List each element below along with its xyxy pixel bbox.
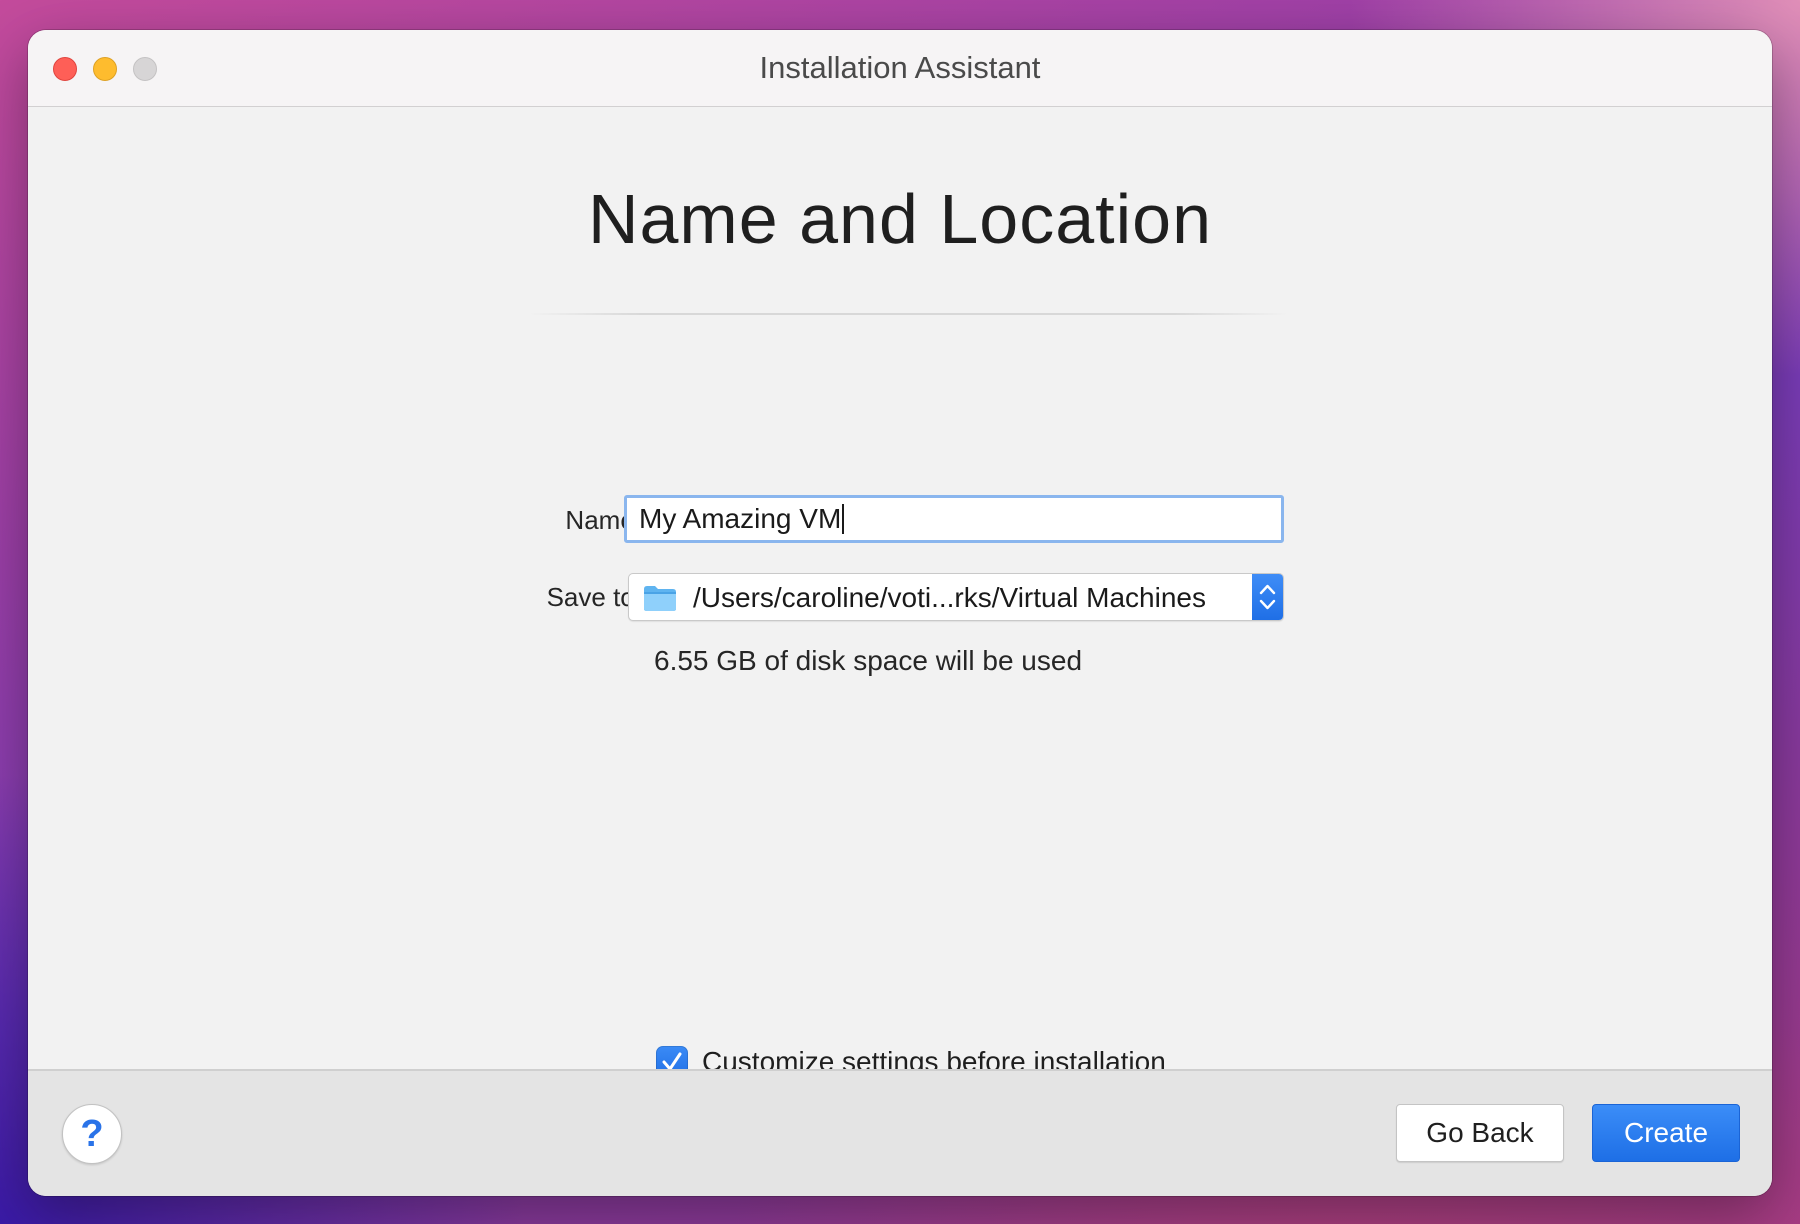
name-input-value: My Amazing VM: [639, 503, 842, 534]
folder-icon: [643, 584, 677, 612]
name-label: Name:: [565, 505, 642, 535]
footer-bar: ? Go Back Create: [28, 1069, 1772, 1196]
name-input[interactable]: My Amazing VM: [624, 495, 1284, 543]
save-to-label: Save to:: [546, 582, 642, 612]
go-back-button[interactable]: Go Back: [1396, 1104, 1564, 1162]
updown-chevron-icon[interactable]: [1252, 574, 1283, 620]
main-content: Name and Location Name: My Amazing VM Sa…: [28, 107, 1772, 1078]
save-location-popup[interactable]: /Users/caroline/voti...rks/Virtual Machi…: [628, 573, 1284, 621]
page-title: Name and Location: [587, 180, 1213, 258]
window-title: Installation Assistant: [759, 50, 1041, 85]
heading-divider: [528, 313, 1288, 315]
title-bar[interactable]: Installation Assistant: [28, 30, 1772, 107]
save-location-path: /Users/caroline/voti...rks/Virtual Machi…: [693, 582, 1206, 613]
help-button[interactable]: ?: [62, 1104, 122, 1164]
create-button[interactable]: Create: [1592, 1104, 1740, 1162]
text-caret: [842, 503, 845, 534]
disk-space-note: 6.55 GB of disk space will be used: [654, 645, 1083, 676]
installation-assistant-window: Installation Assistant Name and Location…: [28, 30, 1772, 1196]
